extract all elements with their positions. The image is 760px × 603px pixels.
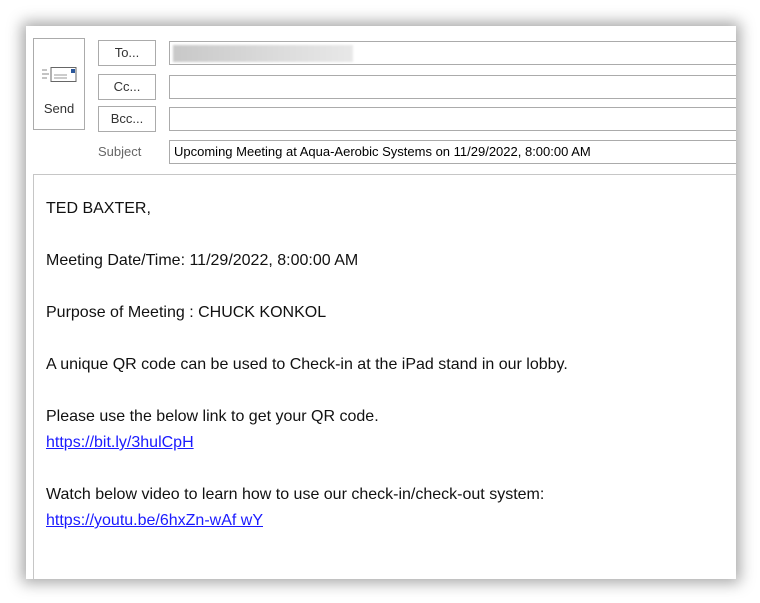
cc-button[interactable]: Cc... [98,74,156,100]
qr-link-paragraph: Please use the below link to get your QR… [46,404,726,456]
body-left-border [33,174,34,579]
bcc-button[interactable]: Bcc... [98,106,156,132]
qr-link-intro: Please use the below link to get your QR… [46,408,379,425]
greeting: TED BAXTER, [46,200,151,217]
subject-value: Upcoming Meeting at Aqua-Aerobic Systems… [174,144,591,159]
cc-field[interactable] [169,75,736,99]
video-paragraph: Watch below video to learn how to use ou… [46,482,726,534]
video-link[interactable]: https://youtu.be/6hxZn-wAf wY [46,512,263,529]
video-intro: Watch below video to learn how to use ou… [46,486,545,503]
to-field[interactable] [169,41,736,65]
send-envelope-icon [42,67,77,82]
to-button[interactable]: To... [98,40,156,66]
subject-label: Subject [98,144,142,159]
subject-field[interactable]: Upcoming Meeting at Aqua-Aerobic Systems… [169,140,736,164]
meeting-datetime: Meeting Date/Time: 11/29/2022, 8:00:00 A… [46,252,359,269]
header-divider [33,174,736,175]
send-label: Send [43,101,75,116]
meeting-purpose: Purpose of Meeting : CHUCK KONKOL [46,304,327,321]
qr-info: A unique QR code can be used to Check-in… [46,356,568,373]
message-body[interactable]: TED BAXTER, Meeting Date/Time: 11/29/202… [46,196,726,560]
qr-code-link[interactable]: https://bit.ly/3hulCpH [46,434,194,451]
send-button[interactable]: Send [33,38,85,130]
redacted-recipient [173,45,353,62]
compose-window: Send To... Cc... Bcc... Subject Upcoming… [26,26,736,579]
bcc-field[interactable] [169,107,736,131]
